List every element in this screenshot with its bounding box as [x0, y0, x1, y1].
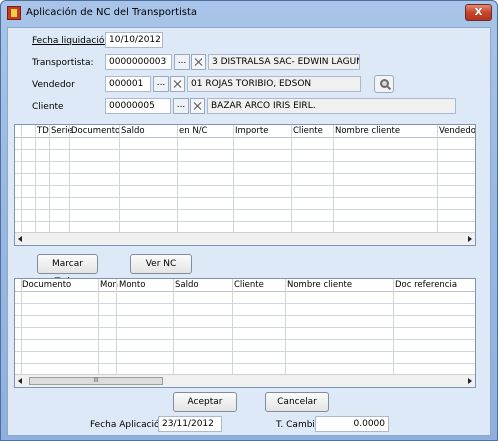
- transportista-lookup-button[interactable]: ...: [174, 54, 190, 70]
- col-vendedor[interactable]: Vendedor: [439, 126, 475, 136]
- col-documento-2[interactable]: Documento: [22, 280, 71, 290]
- scroll-left-icon[interactable]: [18, 378, 22, 384]
- marcar-todas-button[interactable]: Marcar Todas: [37, 254, 98, 287]
- col-cliente-2[interactable]: Cliente: [234, 280, 264, 290]
- col-td[interactable]: TD: [37, 126, 49, 136]
- scroll-thumb[interactable]: III: [29, 377, 163, 385]
- scroll-right-icon[interactable]: [468, 236, 472, 242]
- fecha-aplicacion-label: Fecha Aplicación: [90, 420, 166, 430]
- vendedor-code-field[interactable]: 000001: [105, 76, 151, 92]
- vendedor-lookup-button[interactable]: ...: [153, 76, 169, 92]
- close-button[interactable]: X: [465, 4, 492, 21]
- dialog-body: Fecha liquidación 10/10/2012 Transportis…: [7, 27, 491, 436]
- col-monto[interactable]: Monto: [119, 280, 145, 290]
- documents-grid-hscrollbar[interactable]: [15, 232, 475, 245]
- cliente-lookup-button[interactable]: ...: [173, 98, 189, 114]
- scroll-right-icon[interactable]: [468, 378, 472, 384]
- title-bar[interactable]: Aplicación de NC del Transportista X: [1, 1, 497, 27]
- col-en-nc[interactable]: en N/C: [179, 126, 207, 136]
- col-saldo[interactable]: Saldo: [121, 126, 145, 136]
- fecha-aplicacion-field[interactable]: 23/11/2012: [158, 416, 222, 432]
- vendedor-name-field: 01 ROJAS TORIBIO, EDSON: [187, 76, 361, 92]
- col-doc-referencia[interactable]: Doc referencia: [395, 280, 457, 290]
- transportista-label: Transportista:: [32, 58, 94, 68]
- documents-grid[interactable]: TD Serie Documento Saldo en N/C Importe …: [14, 124, 476, 246]
- cliente-label: Cliente: [32, 102, 64, 112]
- col-saldo-2[interactable]: Saldo: [175, 280, 199, 290]
- col-cliente[interactable]: Cliente: [293, 126, 323, 136]
- transportista-code-field[interactable]: 0000000003: [105, 54, 172, 70]
- cliente-clear-icon[interactable]: [190, 98, 205, 114]
- fecha-liquidacion-label: Fecha liquidación: [32, 36, 111, 46]
- cancelar-button[interactable]: Cancelar: [265, 392, 329, 412]
- app-icon: [7, 6, 21, 20]
- vendedor-label: Vendedor: [32, 80, 75, 90]
- cliente-code-field[interactable]: 00000005: [105, 98, 171, 114]
- col-importe[interactable]: Importe: [235, 126, 268, 136]
- tcambio-label: T. Cambio: [276, 420, 321, 430]
- window-title: Aplicación de NC del Transportista: [26, 7, 198, 18]
- cliente-name-field: BAZAR ARCO IRIS EIRL.: [207, 98, 456, 114]
- nc-grid-hscrollbar[interactable]: III: [15, 374, 475, 387]
- nc-grid-header: Documento Mon Monto Saldo Cliente Nombre…: [15, 279, 475, 292]
- fecha-liquidacion-field[interactable]: 10/10/2012: [105, 32, 163, 48]
- col-nombre-cliente[interactable]: Nombre cliente: [335, 126, 400, 136]
- search-button[interactable]: [374, 75, 394, 93]
- ver-nc-button[interactable]: Ver NC: [130, 254, 192, 274]
- col-documento[interactable]: Documento: [71, 126, 120, 136]
- scroll-left-icon[interactable]: [18, 236, 22, 242]
- col-nombre-cliente-2[interactable]: Nombre cliente: [287, 280, 352, 290]
- documents-grid-header: TD Serie Documento Saldo en N/C Importe …: [15, 125, 475, 138]
- transportista-name-field: 3 DISTRALSA SAC- EDWIN LAGUNA: [208, 54, 360, 70]
- dialog-window: Aplicación de NC del Transportista X Fec…: [0, 0, 498, 441]
- aceptar-button[interactable]: Aceptar: [173, 392, 237, 412]
- vendedor-clear-icon[interactable]: [170, 76, 185, 92]
- nc-grid[interactable]: Documento Mon Monto Saldo Cliente Nombre…: [14, 278, 476, 388]
- tcambio-field[interactable]: 0.0000: [315, 416, 389, 432]
- transportista-clear-icon[interactable]: [191, 54, 206, 70]
